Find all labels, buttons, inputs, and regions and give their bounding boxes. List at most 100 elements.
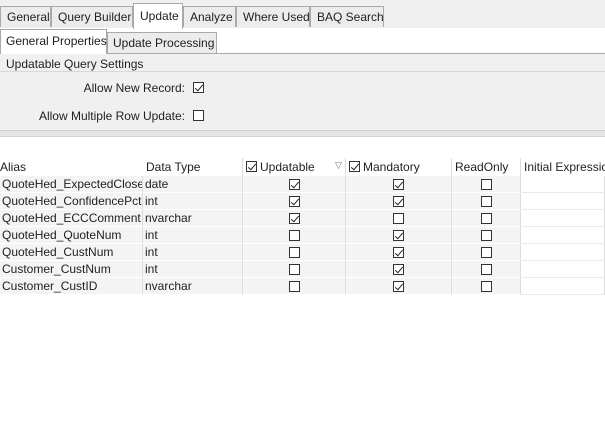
mandatory-checkbox[interactable]	[393, 264, 404, 275]
data-type-cell[interactable]: int	[143, 244, 243, 261]
readonly-cell[interactable]	[452, 244, 521, 261]
alias-cell[interactable]: QuoteHed_ExpectedClose	[0, 176, 143, 193]
tab-analyze[interactable]: Analyze	[183, 6, 236, 27]
updatable-checkbox[interactable]	[288, 179, 300, 190]
alias-cell[interactable]: Customer_CustID	[0, 278, 143, 295]
updatable-cell[interactable]	[243, 244, 346, 261]
filter-icon[interactable]: ▽	[335, 160, 342, 171]
header-mandatory-checkbox[interactable]	[349, 161, 360, 172]
readonly-cell[interactable]	[452, 227, 521, 244]
mandatory-cell[interactable]	[346, 227, 452, 244]
allow-new-record-checkbox[interactable]	[193, 82, 204, 93]
updatable-cell[interactable]	[243, 261, 346, 278]
mandatory-checkbox[interactable]	[393, 230, 404, 241]
data-type-cell[interactable]: int	[143, 193, 243, 210]
readonly-checkbox[interactable]	[480, 230, 492, 241]
alias-cell[interactable]: QuoteHed_CustNum	[0, 244, 143, 261]
mandatory-cell[interactable]	[346, 193, 452, 210]
tab-query-builder[interactable]: Query Builder	[51, 6, 133, 27]
column-header-mandatory[interactable]: Mandatory	[363, 158, 420, 176]
column-header-data-type[interactable]: Data Type	[146, 158, 200, 176]
allow-multiple-row-update-checkbox[interactable]	[193, 110, 204, 121]
updatable-checkbox[interactable]	[288, 247, 300, 258]
initial-expression-cell[interactable]	[521, 210, 605, 227]
updatable-cell[interactable]	[243, 278, 346, 295]
column-divider[interactable]	[242, 158, 243, 176]
readonly-checkbox[interactable]	[480, 264, 492, 275]
mandatory-checkbox[interactable]	[393, 247, 404, 258]
tab-update-processing[interactable]: Update Processing	[107, 32, 217, 53]
updatable-cell[interactable]	[243, 193, 346, 210]
column-header-readonly[interactable]: ReadOnly	[455, 158, 508, 176]
initial-expression-cell[interactable]	[521, 244, 605, 261]
tab-general[interactable]: General	[0, 6, 51, 27]
tab-label: Where Used	[243, 10, 310, 24]
readonly-checkbox[interactable]	[480, 247, 492, 258]
alias-cell[interactable]: QuoteHed_QuoteNum	[0, 227, 143, 244]
readonly-checkbox[interactable]	[480, 213, 492, 224]
tab-label: Analyze	[190, 10, 233, 24]
tab-update[interactable]: Update	[133, 3, 183, 29]
data-type-cell[interactable]: int	[143, 227, 243, 244]
initial-expression-cell[interactable]	[521, 176, 605, 193]
readonly-cell[interactable]	[452, 210, 521, 227]
data-type-cell[interactable]: nvarchar	[143, 210, 243, 227]
readonly-checkbox[interactable]	[480, 179, 492, 190]
updatable-checkbox[interactable]	[288, 230, 300, 241]
readonly-cell[interactable]	[452, 176, 521, 193]
subtab-label: Update Processing	[113, 36, 215, 50]
table-row[interactable]: QuoteHed_QuoteNum int	[0, 227, 605, 244]
data-type-cell[interactable]: int	[143, 261, 243, 278]
header-updatable-checkbox[interactable]	[246, 161, 257, 172]
data-type-cell[interactable]: nvarchar	[143, 278, 243, 295]
mandatory-checkbox[interactable]	[393, 196, 404, 207]
mandatory-checkbox[interactable]	[393, 179, 404, 190]
readonly-cell[interactable]	[452, 193, 521, 210]
initial-expression-cell[interactable]	[521, 278, 605, 295]
updatable-cell[interactable]	[243, 227, 346, 244]
tab-where-used[interactable]: Where Used	[236, 6, 310, 27]
readonly-cell[interactable]	[452, 261, 521, 278]
alias-cell[interactable]: Customer_CustNum	[0, 261, 143, 278]
updatable-cell[interactable]	[243, 210, 346, 227]
initial-expression-cell[interactable]	[521, 227, 605, 244]
sub-tab-strip: General Properties Update Processing	[0, 28, 605, 54]
readonly-cell[interactable]	[452, 278, 521, 295]
mandatory-checkbox[interactable]	[393, 213, 404, 224]
updatable-checkbox[interactable]	[288, 281, 300, 292]
mandatory-cell[interactable]	[346, 244, 452, 261]
readonly-checkbox[interactable]	[480, 196, 492, 207]
column-divider[interactable]	[345, 158, 346, 176]
column-header-updatable[interactable]: Updatable	[260, 158, 315, 176]
alias-cell[interactable]: QuoteHed_ECCComment	[0, 210, 143, 227]
panel-splitter[interactable]	[0, 131, 605, 137]
table-row[interactable]: QuoteHed_ExpectedClose date	[0, 176, 605, 193]
table-row[interactable]: Customer_CustID nvarchar	[0, 278, 605, 295]
section-divider	[0, 71, 605, 72]
initial-expression-cell[interactable]	[521, 261, 605, 278]
updatable-checkbox[interactable]	[288, 196, 300, 207]
alias-cell[interactable]: QuoteHed_ConfidencePct	[0, 193, 143, 210]
column-header-initial-expression[interactable]: Initial Expressio	[524, 158, 605, 176]
table-row[interactable]: QuoteHed_CustNum int	[0, 244, 605, 261]
subtab-label: General Properties	[6, 34, 107, 48]
mandatory-cell[interactable]	[346, 210, 452, 227]
updatable-checkbox[interactable]	[288, 213, 300, 224]
tab-general-properties[interactable]: General Properties	[0, 29, 107, 54]
table-row[interactable]: Customer_CustNum int	[0, 261, 605, 278]
data-type-cell[interactable]: date	[143, 176, 243, 193]
table-row[interactable]: QuoteHed_ConfidencePct int	[0, 193, 605, 210]
column-header-alias[interactable]: Alias	[0, 158, 26, 176]
mandatory-cell[interactable]	[346, 278, 452, 295]
column-divider[interactable]	[451, 158, 452, 176]
tab-baq-search[interactable]: BAQ Search	[310, 6, 384, 27]
initial-expression-cell[interactable]	[521, 193, 605, 210]
mandatory-checkbox[interactable]	[393, 281, 404, 292]
updatable-cell[interactable]	[243, 176, 346, 193]
table-row[interactable]: QuoteHed_ECCComment nvarchar	[0, 210, 605, 227]
readonly-checkbox[interactable]	[480, 281, 492, 292]
updatable-checkbox[interactable]	[288, 264, 300, 275]
mandatory-cell[interactable]	[346, 176, 452, 193]
mandatory-cell[interactable]	[346, 261, 452, 278]
column-divider[interactable]	[520, 158, 521, 176]
